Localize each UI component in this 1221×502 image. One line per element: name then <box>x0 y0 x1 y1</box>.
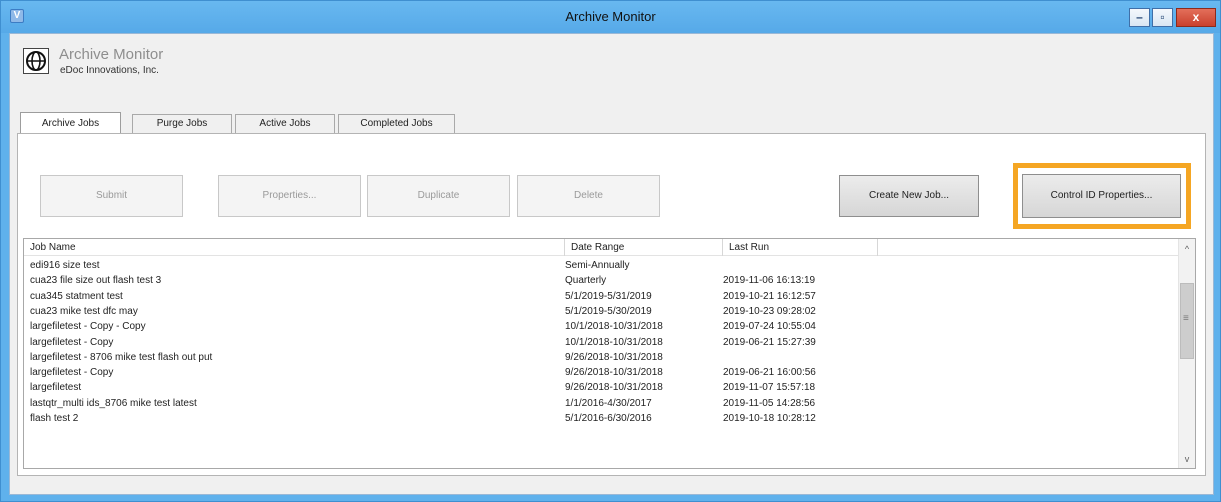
scroll-down-icon[interactable]: v <box>1179 451 1195 467</box>
last-run-cell: 2019-11-06 16:13:19 <box>723 275 816 287</box>
table-row[interactable]: largefiletest - Copy 10/1/2018-10/31/2018… <box>24 335 1179 350</box>
tab-completed-jobs[interactable]: Completed Jobs <box>338 114 455 134</box>
job-name-cell: largefiletest <box>30 382 82 394</box>
globe-logo-icon <box>23 48 49 74</box>
tab-archive-jobs[interactable]: Archive Jobs <box>20 112 121 134</box>
highlight-box <box>1013 163 1191 229</box>
date-range-cell: 9/26/2018-10/31/2018 <box>565 382 663 394</box>
last-run-cell: 2019-11-07 15:57:18 <box>723 382 816 394</box>
delete-button[interactable]: Delete <box>517 175 660 217</box>
job-name-cell: cua23 mike test dfc may <box>30 305 138 317</box>
column-header-filler <box>878 239 1179 256</box>
date-range-cell: Semi-Annually <box>565 260 630 271</box>
table-row[interactable]: largefiletest 9/26/2018-10/31/2018 2019-11… <box>24 380 1179 395</box>
job-name-cell: largefiletest - Copy <box>30 336 114 348</box>
vertical-scrollbar[interactable]: ^ ≡ v <box>1178 239 1195 468</box>
create-new-job-button[interactable]: Create New Job... <box>839 175 979 217</box>
date-range-cell: 9/26/2018-10/31/2018 <box>565 367 663 379</box>
minimize-button[interactable]: – <box>1129 8 1150 27</box>
tab-purge-jobs[interactable]: Purge Jobs <box>132 114 232 134</box>
maximize-button[interactable]: ▫ <box>1152 8 1173 27</box>
brand-title: Archive Monitor <box>59 46 164 63</box>
last-run-cell: 2019-10-23 09:28:02 <box>723 305 816 317</box>
last-run-cell: 2019-10-21 16:12:57 <box>723 290 816 302</box>
last-run-cell: 2019-07-24 10:55:04 <box>723 321 816 333</box>
scroll-up-icon[interactable]: ^ <box>1179 241 1195 257</box>
table-row[interactable]: cua23 mike test dfc may 5/1/2019-5/30/201… <box>24 304 1179 319</box>
date-range-cell: 1/1/2016-4/30/2017 <box>565 397 652 409</box>
date-range-cell: Quarterly <box>565 275 607 287</box>
column-header-date-range[interactable]: Date Range <box>565 239 723 256</box>
job-name-cell: largefiletest - Copy <box>30 367 114 379</box>
date-range-cell: 5/1/2019-5/31/2019 <box>565 290 652 302</box>
job-name-cell: largefiletest - 8706 mike test flash out… <box>30 351 213 363</box>
job-name-cell: edi916 size test <box>30 260 100 271</box>
job-name-cell: flash test 2 <box>30 413 79 424</box>
column-header-last-run[interactable]: Last Run <box>723 239 878 256</box>
title-bar[interactable]: V Archive Monitor – ▫ x <box>1 1 1220 33</box>
table-row[interactable]: flash test 2 5/1/2016-6/30/2016 2019-10-18… <box>24 411 1179 426</box>
submit-button[interactable]: Submit <box>40 175 183 217</box>
job-name-cell: cua23 file size out flash test 3 <box>30 275 162 287</box>
last-run-cell: 2019-06-21 15:27:39 <box>723 336 816 348</box>
date-range-cell: 9/26/2018-10/31/2018 <box>565 351 663 363</box>
job-name-cell: cua345 statment test <box>30 290 123 302</box>
job-name-cell: lastqtr_multi ids_8706 mike test latest <box>30 397 197 409</box>
properties-button[interactable]: Properties... <box>218 175 361 217</box>
archive-monitor-window: V Archive Monitor – ▫ x Archive Monitor … <box>0 0 1221 502</box>
table-row[interactable]: largefiletest - Copy 9/26/2018-10/31/2018… <box>24 365 1179 380</box>
close-button[interactable]: x <box>1176 8 1216 27</box>
duplicate-button[interactable]: Duplicate <box>367 175 510 217</box>
job-name-cell: largefiletest - Copy - Copy <box>30 321 146 333</box>
column-header-job-name[interactable]: Job Name <box>24 239 565 256</box>
jobs-list-header: Job Name Date Range Last Run <box>24 239 1179 256</box>
table-row[interactable]: cua23 file size out flash test 3 Quarterl… <box>24 273 1179 288</box>
date-range-cell: 10/1/2018-10/31/2018 <box>565 336 663 348</box>
jobs-list[interactable]: Job Name Date Range Last Run edi916 size… <box>23 238 1196 469</box>
table-row[interactable]: cua345 statment test 5/1/2019-5/31/2019 20… <box>24 289 1179 304</box>
last-run-cell: 2019-11-05 14:28:56 <box>723 397 816 409</box>
table-row[interactable]: lastqtr_multi ids_8706 mike test latest 1… <box>24 396 1179 411</box>
brand-subtitle: eDoc Innovations, Inc. <box>60 65 159 76</box>
table-row[interactable]: edi916 size test Semi-Annually <box>24 258 1179 273</box>
last-run-cell: 2019-10-18 10:28:12 <box>723 413 816 424</box>
scrollbar-thumb[interactable]: ≡ <box>1180 283 1194 359</box>
date-range-cell: 5/1/2019-5/30/2019 <box>565 305 652 317</box>
date-range-cell: 10/1/2018-10/31/2018 <box>565 321 663 333</box>
table-row[interactable]: largefiletest - 8706 mike test flash out… <box>24 350 1179 365</box>
tab-active-jobs[interactable]: Active Jobs <box>235 114 335 134</box>
table-row[interactable]: largefiletest - Copy - Copy 10/1/2018-10/… <box>24 319 1179 334</box>
last-run-cell: 2019-06-21 16:00:56 <box>723 367 816 379</box>
window-title: Archive Monitor <box>565 9 656 24</box>
grip-icon: ≡ <box>1183 313 1189 324</box>
date-range-cell: 5/1/2016-6/30/2016 <box>565 413 652 424</box>
